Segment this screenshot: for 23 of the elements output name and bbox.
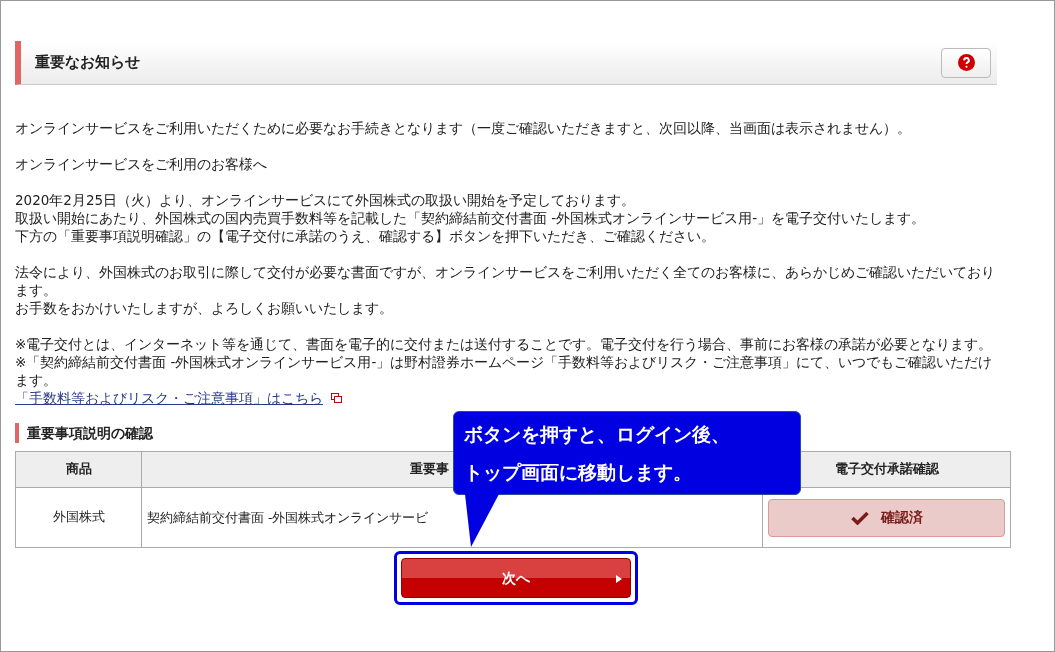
- help-icon: [957, 54, 975, 71]
- notice-text: ※電子交付とは、インターネット等を通じて、書面を電子的に交付または送付することです。電子交付を行う場合、事前にお客様の承諾が必要となります。: [15, 335, 994, 353]
- callout-text: ボタンを押すと、ログイン後、: [464, 422, 731, 446]
- greeting-text: オンラインサービスをご利用のお客様へ: [15, 155, 268, 173]
- notice-text: お手数をおかけいたしますが、よろしくお願いいたします。: [15, 299, 394, 317]
- external-window-icon: [331, 393, 342, 403]
- notice-text: 取扱い開始にあたり、外国株式の国内売買手数料等を記載した「契約締結前交付書面 -外国株式オンラインサービス用-」を電子交付いたします。: [15, 209, 927, 227]
- confirmed-button[interactable]: 確認済: [768, 498, 1005, 537]
- column-header: 商品: [15, 451, 142, 488]
- fees-risk-link[interactable]: 「手数料等およびリスク・ご注意事項」はこちら: [15, 389, 323, 407]
- play-icon: [616, 575, 622, 583]
- help-button[interactable]: [941, 47, 991, 78]
- notice-text: 法令により、外国株式のお取引に際して交付が必要な書面ですが、オンラインサービスをご利用いただく全てのお客様に、あらかじめご確認いただいております。: [15, 263, 996, 299]
- table-cell: 外国株式: [15, 487, 142, 548]
- notice-text: ※「契約締結前交付書面 -外国株式オンラインサービス用-」は野村證券ホームページ「手数料等およびリスク・ご注意事項」にて、いつでもご確認いただけます。: [15, 353, 994, 389]
- section-title: 重要事項説明の確認: [27, 423, 153, 443]
- check-icon: [850, 510, 869, 525]
- next-button[interactable]: 次へ: [401, 558, 631, 598]
- page-title: 重要なお知らせ: [35, 52, 140, 74]
- notice-text: 2020年2月25日（火）より、オンラインサービスにて外国株式の取扱い開始を予定しております。: [15, 191, 637, 209]
- notice-text: 下方の「重要事項説明確認」の【電子交付に承諾のうえ、確認する】ボタンを押下いただき、ご確認ください。: [15, 227, 716, 245]
- intro-text: オンラインサービスをご利用いただくために必要なお手続きとなります（一度ご確認いただきますと、次回以降、当画面は表示されません）。: [15, 119, 912, 137]
- callout-text: トップ画面に移動します。: [464, 460, 693, 484]
